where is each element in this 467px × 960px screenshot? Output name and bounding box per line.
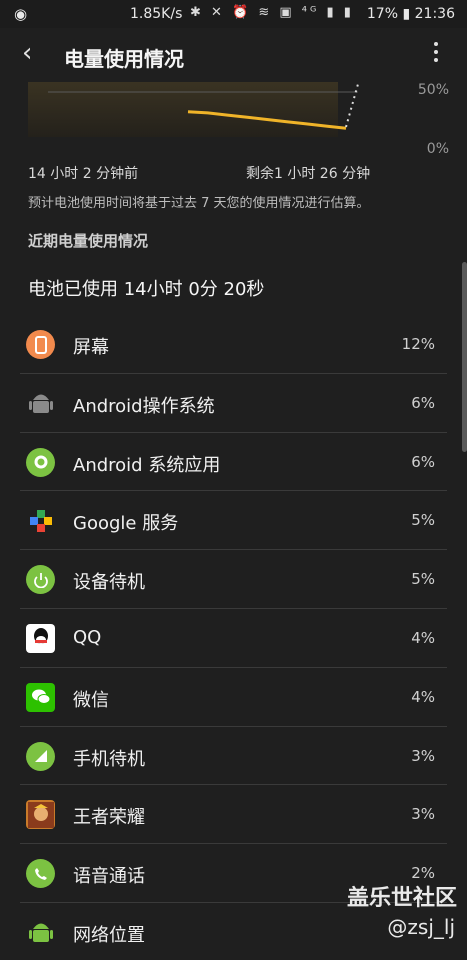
app-name: Android 系统应用: [73, 454, 221, 476]
app-name: Android操作系统: [73, 395, 215, 417]
total-usage: 电池已使用 14小时 0分 20秒: [28, 279, 265, 300]
status-icons: ✱ ✕ ⏰ ≋ ▣ ⁴ᴳ ▮ ▮: [190, 5, 354, 20]
projection-line: [345, 83, 359, 128]
list-item-google-services[interactable]: Google 服务 5%: [20, 491, 447, 551]
qq-icon: [26, 623, 55, 653]
watermark-site: 盖乐世社区: [346, 886, 457, 911]
phone-call-icon: [26, 859, 55, 889]
more-vert-icon[interactable]: [433, 42, 439, 64]
estimate-note: 预计电池使用时间将基于过去 7 天您的使用情况进行估算。: [28, 196, 370, 211]
watermark-user: @zsj_lj: [387, 915, 455, 939]
app-name: 微信: [73, 689, 109, 711]
ytick-50: 50%: [417, 82, 449, 98]
app-name: 设备待机: [73, 572, 145, 594]
battery-icon: ▮: [402, 6, 411, 22]
chart-area: [28, 82, 338, 137]
app-percent: 5%: [411, 570, 435, 589]
app-name: 王者荣耀: [73, 807, 145, 829]
battery-percent: 17%: [366, 6, 399, 22]
cell-standby-icon: [26, 741, 55, 771]
ytick-0: 0%: [426, 141, 449, 157]
app-name: Google 服务: [73, 513, 179, 535]
list-item-cell-standby[interactable]: 手机待机 3%: [20, 727, 447, 786]
app-percent: 3%: [411, 805, 435, 824]
list-item-wechat[interactable]: 微信 4%: [20, 668, 447, 727]
list-item-screen[interactable]: 屏幕 12%: [20, 315, 447, 374]
google-play-services-icon: [26, 506, 55, 535]
chart-x-right: 剩余1 小时 26 分钟: [246, 166, 371, 182]
chart-x-left: 14 小时 2 分钟前: [28, 166, 139, 182]
scrollbar[interactable]: [462, 262, 467, 452]
battery-chart-svg: [28, 82, 359, 137]
back-arrow-icon[interactable]: ‹: [22, 38, 32, 68]
app-percent: 5%: [411, 511, 435, 530]
battery-chart: [28, 82, 458, 162]
honor-of-kings-icon: [26, 800, 55, 830]
status-time: 21:36: [414, 6, 455, 22]
app-percent: 12%: [401, 335, 435, 353]
app-usage-list: 屏幕 12% Android操作系统 6% Android 系统应用 6% Go…: [20, 315, 447, 960]
app-percent: 6%: [411, 393, 435, 412]
app-bar: ‹ 电量使用情况: [0, 28, 467, 82]
status-bar: ◉ 1.85K/s ✱ ✕ ⏰ ≋ ▣ ⁴ᴳ ▮ ▮ 17% ▮ 21:36: [0, 0, 467, 28]
app-name: 语音通话: [73, 866, 145, 888]
android-system-app-icon: [26, 447, 55, 477]
app-percent: 4%: [411, 687, 435, 706]
list-item-qq[interactable]: QQ 4%: [20, 609, 447, 668]
app-percent: 6%: [411, 452, 435, 471]
section-title: 近期电量使用情况: [28, 232, 149, 250]
list-item-honor-of-kings[interactable]: 王者荣耀 3%: [20, 785, 447, 845]
app-name: QQ: [73, 626, 102, 648]
app-percent: 3%: [411, 746, 435, 765]
android-location-icon: [26, 918, 55, 947]
list-item-android-os[interactable]: Android操作系统 6%: [20, 374, 447, 433]
app-percent: 4%: [411, 628, 435, 647]
android-icon: [26, 389, 55, 418]
app-name: 网络位置: [73, 924, 145, 946]
list-item-device-standby[interactable]: 设备待机 5%: [20, 550, 447, 609]
page-title: 电量使用情况: [64, 47, 184, 71]
app-name: 手机待机: [73, 748, 145, 770]
wechat-app-icon: [26, 682, 55, 712]
power-standby-icon: [26, 565, 55, 595]
status-right: 17% ▮ 21:36: [367, 6, 455, 22]
network-speed: 1.85K/s: [130, 6, 183, 22]
screen-icon: [26, 330, 55, 359]
app-name: 屏幕: [73, 337, 109, 358]
list-item-android-system-app[interactable]: Android 系统应用 6%: [20, 433, 447, 492]
wechat-icon: ◉: [14, 5, 28, 23]
